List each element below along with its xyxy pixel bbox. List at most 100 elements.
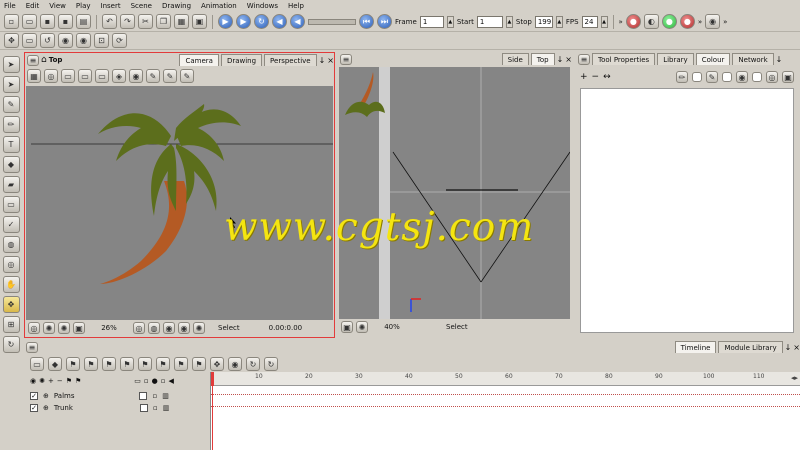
frame-ruler[interactable]: 10 20 30 40 50 60 70 80 90 100 110 ◂▸: [211, 372, 800, 386]
zoom-level[interactable]: 26%: [88, 323, 130, 334]
select-arrow-icon[interactable]: ➤: [2, 56, 20, 73]
transform-icon[interactable]: ✥: [210, 357, 224, 371]
lock-icon[interactable]: ▫: [152, 392, 157, 400]
frame-input[interactable]: 1: [419, 15, 444, 28]
zoom-reset-icon[interactable]: ◎: [133, 322, 145, 334]
close-icon[interactable]: ×: [793, 343, 800, 352]
close-icon[interactable]: ×: [565, 55, 572, 64]
flag-icon[interactable]: ⚑: [66, 357, 80, 371]
crop-icon[interactable]: ⊞: [2, 316, 20, 333]
pencil-icon[interactable]: ✏: [676, 71, 688, 83]
background-icon[interactable]: ▭: [78, 69, 92, 83]
tab-tool-properties[interactable]: Tool Properties: [592, 53, 656, 65]
color-picker-icon[interactable]: ▣: [782, 71, 794, 83]
tab-library[interactable]: Library: [657, 53, 694, 65]
cycle-icon[interactable]: ↻: [246, 357, 260, 371]
camera-viewport[interactable]: [26, 86, 333, 320]
reset-view-icon[interactable]: ◎: [28, 322, 40, 334]
pin-icon[interactable]: ↓: [319, 56, 326, 65]
menu-scene[interactable]: Scene: [131, 2, 152, 10]
pin-icon[interactable]: ↓: [776, 55, 783, 64]
zoom-level[interactable]: 40%: [371, 322, 413, 333]
settings-icon[interactable]: ✺: [193, 322, 205, 334]
eye-icon[interactable]: ◉: [30, 377, 36, 385]
pin-icon[interactable]: ↓: [557, 55, 564, 64]
tab-module-library[interactable]: Module Library: [718, 341, 783, 353]
stop-icon[interactable]: ◉: [76, 33, 91, 48]
grid-icon[interactable]: ▦: [27, 69, 41, 83]
playback-speed-slider[interactable]: [308, 18, 356, 25]
layer-lock-checkbox[interactable]: [139, 392, 148, 400]
zoom-icon[interactable]: ◎: [2, 256, 20, 273]
palette-icon[interactable]: ◉: [736, 71, 748, 83]
lock-icon[interactable]: ▭: [134, 377, 141, 385]
motion-icon[interactable]: ⚑: [174, 357, 188, 371]
lock-icon[interactable]: ▭: [22, 33, 37, 48]
move-colour-icon[interactable]: ↔: [603, 72, 611, 82]
overflow-chevron-icon[interactable]: »: [619, 18, 623, 26]
menu-animation[interactable]: Animation: [201, 2, 237, 10]
scrub-sound-icon[interactable]: ◀: [290, 14, 305, 29]
motion-icon[interactable]: ⚑: [120, 357, 134, 371]
panel-menu-icon[interactable]: ≡: [340, 53, 352, 65]
frame-area[interactable]: 10 20 30 40 50 60 70 80 90 100 110 ◂▸: [210, 372, 800, 450]
save-icon[interactable]: ▪: [40, 14, 55, 29]
brush-icon[interactable]: ✎: [146, 69, 160, 83]
camera-icon[interactable]: ●: [625, 14, 641, 29]
reset-view-icon[interactable]: ▣: [341, 321, 353, 333]
fps-input[interactable]: 24: [581, 15, 598, 28]
reset-icon[interactable]: ◉: [228, 357, 242, 371]
eraser-icon[interactable]: ▰: [2, 176, 20, 193]
layer-lock-checkbox[interactable]: [139, 404, 148, 412]
stop-spin-icon[interactable]: ▲: [555, 15, 563, 28]
contour-editor-icon[interactable]: ➤: [2, 76, 20, 93]
brush-icon[interactable]: ✎: [2, 96, 20, 113]
print-icon[interactable]: ▤: [76, 14, 91, 29]
settings-icon[interactable]: ✺: [58, 322, 70, 334]
scroll-arrows-icon[interactable]: ◂▸: [791, 374, 798, 382]
panel-menu-icon[interactable]: ≡: [26, 341, 38, 353]
preview-icon[interactable]: ◉: [163, 322, 175, 334]
dropper-icon[interactable]: ✓: [2, 216, 20, 233]
transform-icon[interactable]: ✥: [2, 296, 20, 313]
add-layer-icon[interactable]: ▭: [30, 357, 44, 371]
tab-camera[interactable]: Camera: [179, 54, 219, 66]
home-icon[interactable]: ⌂: [41, 55, 47, 65]
move-icon[interactable]: ✥: [4, 33, 19, 48]
hand-icon[interactable]: ✋: [2, 276, 20, 293]
close-icon[interactable]: ×: [327, 56, 334, 65]
motion-icon[interactable]: ⚑: [156, 357, 170, 371]
brush-icon[interactable]: ✎: [706, 71, 718, 83]
undo-icon[interactable]: ↶: [102, 14, 117, 29]
loop-icon[interactable]: ↻: [254, 14, 269, 29]
reset-icon[interactable]: ↺: [40, 33, 55, 48]
expand-icon[interactable]: ⊕: [43, 404, 49, 412]
render-quality-icon[interactable]: ◉: [178, 322, 190, 334]
tab-network[interactable]: Network: [732, 53, 774, 65]
menu-drawing[interactable]: Drawing: [162, 2, 191, 10]
overflow-chevron-icon[interactable]: »: [698, 18, 702, 26]
menu-file[interactable]: File: [4, 2, 16, 10]
add-icon[interactable]: +: [48, 377, 54, 385]
parent-icon[interactable]: ⚑: [66, 377, 72, 385]
play-icon[interactable]: ▶: [218, 14, 233, 29]
swatch-icon[interactable]: [692, 72, 702, 82]
dot-icon[interactable]: ●: [152, 377, 158, 385]
open-folder-icon[interactable]: ▭: [22, 14, 37, 29]
gear-icon[interactable]: ✺: [356, 321, 368, 333]
render-icon[interactable]: ▣: [73, 322, 85, 334]
stop-input[interactable]: 199: [534, 15, 553, 28]
play-sound-icon[interactable]: ▶: [236, 14, 251, 29]
auto-light-icon[interactable]: ◈: [112, 69, 126, 83]
frame-spin-icon[interactable]: ▲: [446, 15, 454, 28]
color-wheel-icon[interactable]: ◍: [148, 322, 160, 334]
layer-row[interactable]: ✓ ⊕ Trunk ▫ ▥: [30, 402, 169, 414]
overflow-chevron-icon[interactable]: »: [723, 18, 727, 26]
square-icon[interactable]: ▫: [161, 377, 166, 385]
copy-icon[interactable]: ❐: [156, 14, 171, 29]
menu-help[interactable]: Help: [288, 2, 304, 10]
stop-icon[interactable]: ◉: [58, 33, 73, 48]
gear-icon[interactable]: ✺: [43, 322, 55, 334]
paste-icon[interactable]: ▦: [174, 14, 189, 29]
colour-list[interactable]: [580, 88, 794, 333]
